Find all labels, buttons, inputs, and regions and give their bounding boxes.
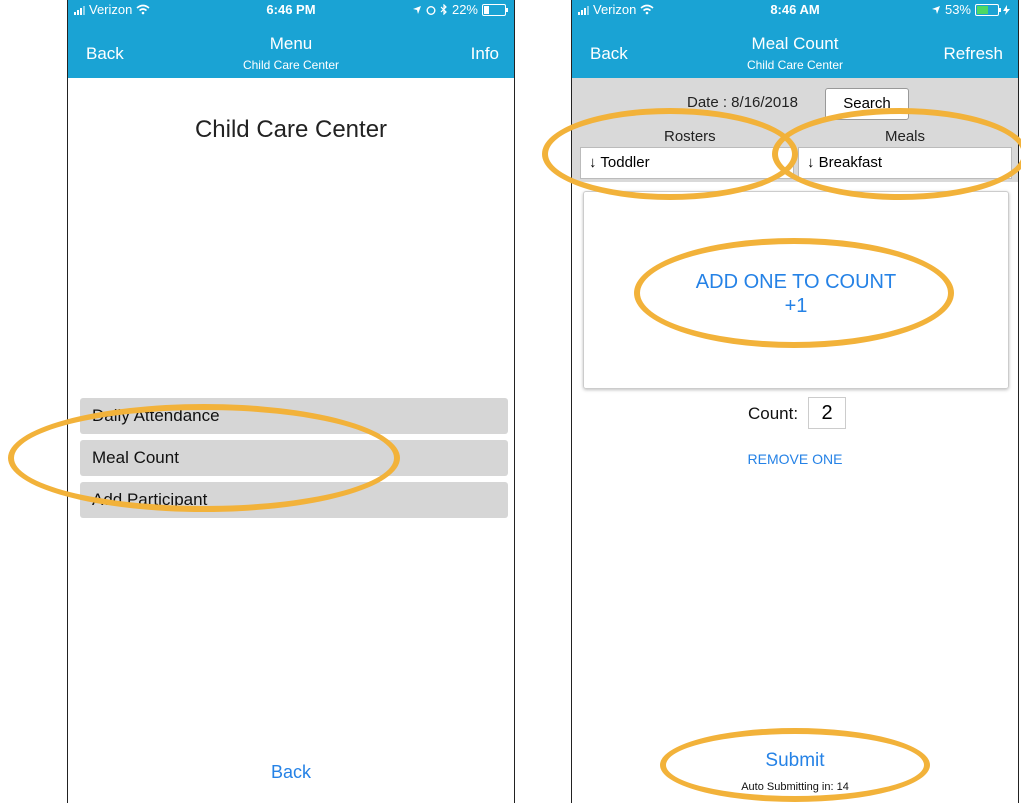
search-button[interactable]: Search — [825, 88, 909, 120]
status-bar: Verizon 8:46 AM 53% — [572, 0, 1018, 20]
date-label: Date : 8/16/2018 — [687, 94, 798, 111]
nav-title: Menu — [269, 34, 313, 53]
status-bar: Verizon 6:46 PM 22% — [68, 0, 514, 20]
meal-count-content: Date : 8/16/2018 Search Rosters Meals ↓ … — [572, 78, 1018, 803]
meal-count-button[interactable]: Meal Count — [80, 440, 508, 476]
meals-label: Meals — [885, 128, 926, 145]
battery-percent: 22% — [451, 2, 478, 17]
meal-count-screen: Verizon 8:46 AM 53% Back Meal Count Chil… — [571, 0, 1019, 803]
location-icon — [931, 5, 940, 14]
nav-subtitle: Child Care Center — [242, 58, 340, 72]
add-one-button[interactable]: ADD ONE TO COUNT +1 — [583, 191, 1009, 389]
daily-attendance-button[interactable]: Daily Attendance — [80, 398, 508, 434]
bottom-back-button[interactable]: Back — [68, 762, 514, 783]
battery-icon — [482, 3, 508, 16]
page-title: Child Care Center — [194, 116, 388, 143]
info-button[interactable]: Info — [471, 44, 499, 64]
nav-bar: Back Menu Child Care Center Info — [68, 20, 514, 78]
add-participant-button[interactable]: Add Participant — [80, 482, 508, 518]
location-icon — [412, 5, 421, 14]
charging-icon — [1003, 4, 1010, 15]
alarm-icon — [426, 5, 436, 15]
rosters-dropdown[interactable]: ↓ Toddler — [580, 147, 794, 179]
remove-one-button[interactable]: REMOVE ONE — [572, 451, 1018, 467]
plus-one-text: +1 — [784, 295, 808, 317]
battery-percent: 53% — [944, 2, 971, 17]
add-one-label: ADD ONE TO COUNT +1 — [584, 270, 1008, 318]
rosters-label: Rosters — [664, 128, 716, 145]
battery-icon — [975, 3, 1001, 16]
bluetooth-icon — [440, 4, 447, 15]
menu-screen: Verizon 6:46 PM 22% Back Menu Child Care… — [67, 0, 515, 803]
filter-panel: Date : 8/16/2018 Search Rosters Meals ↓ … — [572, 78, 1018, 182]
refresh-button[interactable]: Refresh — [943, 44, 1003, 64]
menu-content: Child Care Center Daily Attendance Meal … — [68, 78, 514, 803]
count-value: 2 — [808, 397, 846, 429]
meals-dropdown[interactable]: ↓ Breakfast — [798, 147, 1012, 179]
nav-bar: Back Meal Count Child Care Center Refres… — [572, 20, 1018, 78]
count-label: Count: — [748, 404, 799, 423]
auto-submit-text: Auto Submitting in: 14 — [741, 781, 849, 793]
add-one-text: ADD ONE TO COUNT — [695, 271, 897, 293]
submit-button[interactable]: Submit — [572, 750, 1018, 772]
